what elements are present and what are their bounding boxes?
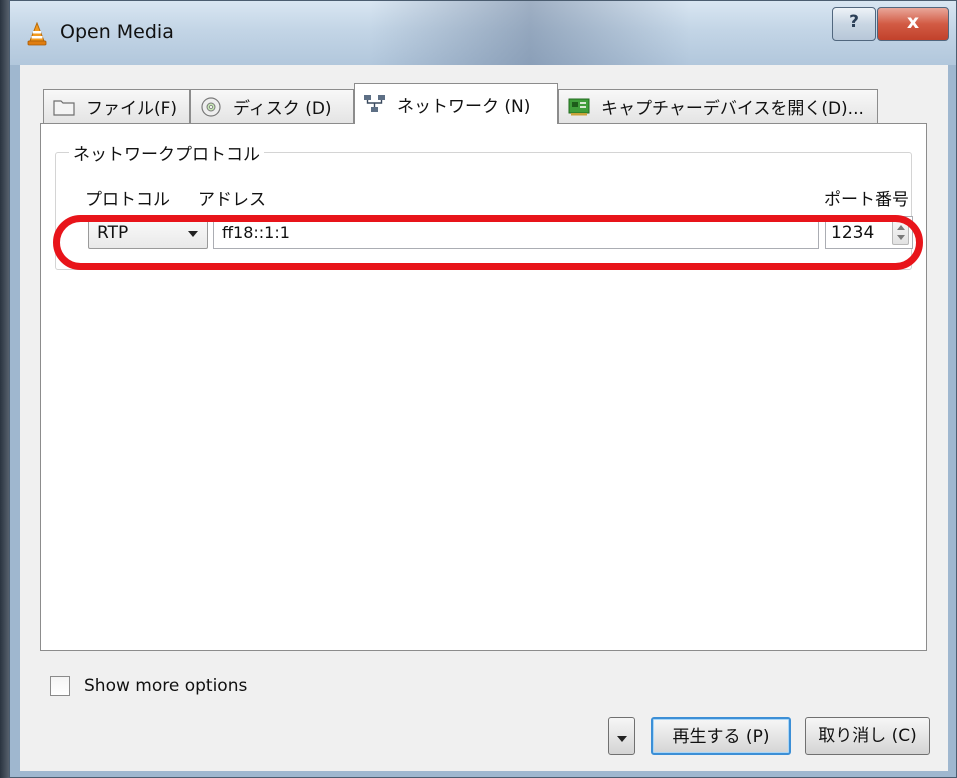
chevron-down-icon	[188, 231, 198, 237]
title-bar[interactable]: Open Media ? x	[10, 1, 956, 65]
network-protocol-group	[55, 152, 912, 270]
group-title: ネットワークプロトコル	[69, 140, 264, 165]
show-more-options-label: Show more options	[84, 676, 248, 696]
play-menu-button[interactable]	[608, 717, 635, 755]
capture-card-icon	[568, 98, 590, 115]
close-button[interactable]: x	[877, 7, 949, 41]
network-tab-panel: ネットワークプロトコル プロトコル アドレス ポート番号 RTP 1234	[40, 123, 927, 651]
dialog-body: ファイル(F) ディスク (D) ネットワーク (N) キャプチャーデバイスを開…	[20, 65, 948, 771]
tab-label: キャプチャーデバイスを開く(D)...	[601, 99, 864, 119]
chevron-down-icon	[617, 736, 627, 742]
protocol-select[interactable]: RTP	[88, 216, 208, 249]
background-strip	[0, 0, 9, 778]
protocol-value: RTP	[97, 223, 129, 243]
spin-up-icon[interactable]	[897, 225, 905, 230]
address-label: アドレス	[198, 190, 266, 210]
port-spinbox[interactable]: 1234	[825, 216, 913, 249]
port-spinner[interactable]	[892, 220, 909, 245]
disc-icon	[201, 96, 221, 117]
tab-label: ファイル(F)	[86, 99, 178, 119]
cancel-button[interactable]: 取り消し (C)	[805, 717, 930, 755]
tab-network[interactable]: ネットワーク (N)	[354, 83, 558, 124]
help-button[interactable]: ?	[832, 7, 876, 41]
vlc-cone-icon	[27, 22, 47, 46]
spin-down-icon[interactable]	[897, 235, 905, 240]
tab-label: ディスク (D)	[233, 99, 332, 119]
protocol-label: プロトコル	[85, 190, 170, 210]
tab-file[interactable]: ファイル(F)	[43, 89, 190, 123]
tab-label: ネットワーク (N)	[397, 96, 531, 117]
folder-icon	[53, 99, 75, 116]
tab-capture-device[interactable]: キャプチャーデバイスを開く(D)...	[558, 89, 878, 123]
network-icon	[364, 95, 385, 112]
show-more-options-checkbox[interactable]	[50, 676, 70, 696]
window-title: Open Media	[60, 21, 174, 43]
play-button[interactable]: 再生する (P)	[651, 717, 791, 755]
tab-disc[interactable]: ディスク (D)	[190, 89, 354, 123]
port-value: 1234	[831, 223, 875, 243]
open-media-dialog: Open Media ? x ファイル(F) ディスク (D) ネットワーク (…	[9, 0, 957, 778]
show-more-options[interactable]: Show more options	[50, 676, 247, 696]
address-input[interactable]	[213, 216, 819, 249]
port-label: ポート番号	[824, 190, 909, 210]
